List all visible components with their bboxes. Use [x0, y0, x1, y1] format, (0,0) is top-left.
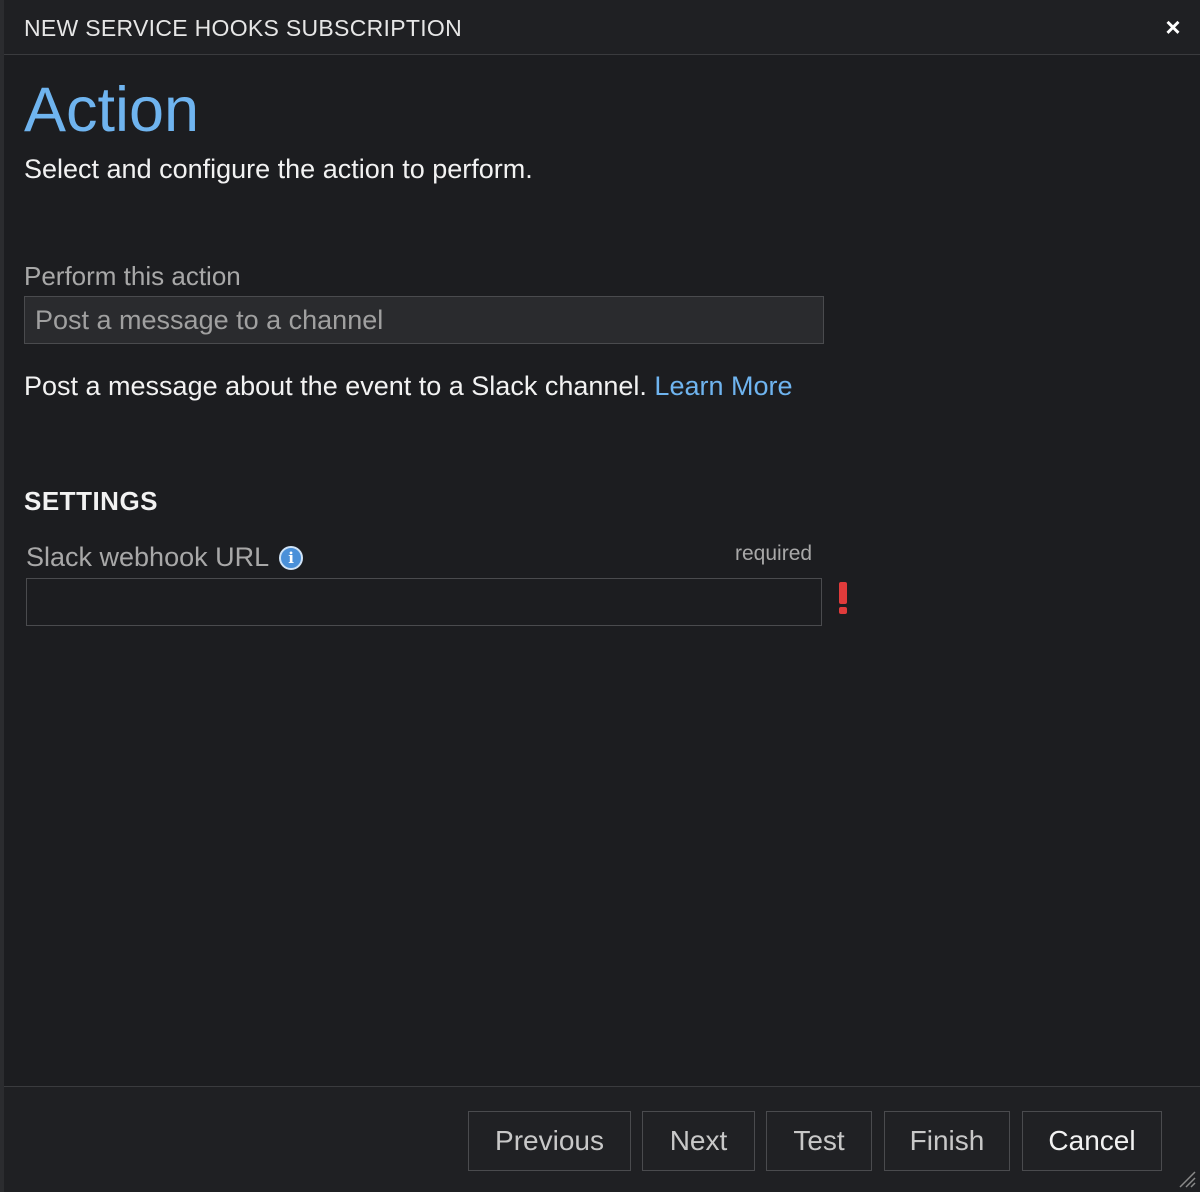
dialog-footer: Previous Next Test Finish Cancel — [4, 1086, 1200, 1192]
page-subtitle: Select and configure the action to perfo… — [24, 154, 533, 184]
next-button[interactable]: Next — [642, 1111, 755, 1171]
error-exclamation-icon — [836, 582, 850, 616]
webhook-url-label-text: Slack webhook URL — [26, 542, 270, 572]
action-description: Post a message about the event to a Slac… — [24, 369, 824, 403]
close-icon[interactable]: × — [1160, 14, 1186, 40]
webhook-url-input[interactable] — [26, 578, 822, 626]
cancel-button[interactable]: Cancel — [1022, 1111, 1162, 1171]
test-button[interactable]: Test — [766, 1111, 872, 1171]
page-title: Action — [24, 75, 200, 145]
action-field-label: Perform this action — [24, 261, 241, 291]
action-description-text: Post a message about the event to a Slac… — [24, 371, 647, 401]
info-icon[interactable]: i — [279, 545, 304, 570]
action-select[interactable]: Post a message to a channel — [24, 296, 824, 344]
dialog-titlebar: NEW SERVICE HOOKS SUBSCRIPTION × — [4, 0, 1200, 55]
resize-grip-icon[interactable] — [1176, 1168, 1196, 1188]
required-indicator: required — [735, 542, 813, 565]
webhook-url-label: Slack webhook URL i — [26, 542, 304, 573]
settings-section-header: SETTINGS — [24, 486, 159, 516]
learn-more-link[interactable]: Learn More — [654, 371, 792, 401]
finish-button[interactable]: Finish — [884, 1111, 1010, 1171]
dialog-title: NEW SERVICE HOOKS SUBSCRIPTION — [24, 15, 462, 41]
previous-button[interactable]: Previous — [468, 1111, 631, 1171]
service-hooks-dialog: NEW SERVICE HOOKS SUBSCRIPTION × Action … — [0, 0, 1200, 1192]
